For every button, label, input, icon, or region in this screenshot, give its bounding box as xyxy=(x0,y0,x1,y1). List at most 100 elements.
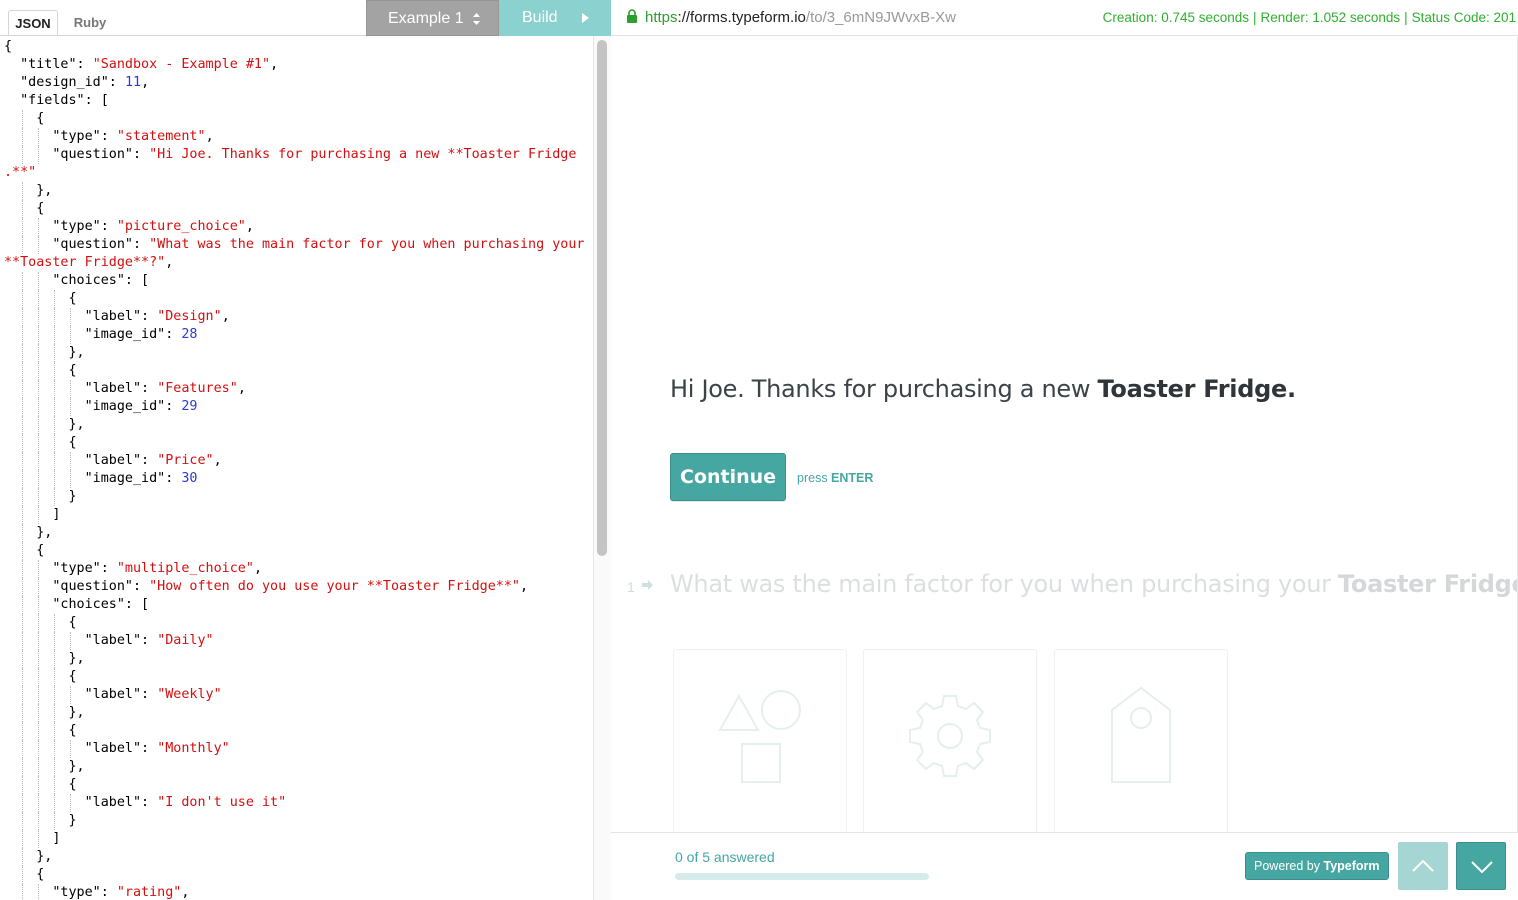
code-line[interactable]: "choices": [ xyxy=(4,272,584,290)
indent-guide xyxy=(22,452,24,470)
code-line[interactable]: "fields": [ xyxy=(4,92,584,110)
code-line[interactable]: { xyxy=(4,110,584,128)
indent-guide xyxy=(22,236,24,254)
code-number: 11 xyxy=(124,75,142,90)
indent-guide xyxy=(38,794,40,812)
code-line[interactable]: }, xyxy=(4,758,584,776)
indent-guide xyxy=(22,596,24,614)
indent-guide xyxy=(22,272,24,290)
indent-guide xyxy=(38,506,40,524)
code-line[interactable]: { xyxy=(4,776,584,794)
powered-by-typeform-button[interactable]: Powered by Typeform xyxy=(1245,852,1389,880)
code-line[interactable]: "label": "Design", xyxy=(4,308,584,326)
code-line[interactable]: }, xyxy=(4,344,584,362)
code-line[interactable]: "image_id": 29 xyxy=(4,398,584,416)
code-text: "type": xyxy=(4,561,117,576)
code-line[interactable]: "type": "picture_choice", xyxy=(4,218,584,236)
nav-up-button[interactable] xyxy=(1398,842,1448,890)
code-line[interactable]: "design_id": 11, xyxy=(4,74,584,92)
picture-choice-design[interactable] xyxy=(673,649,847,832)
tab-ruby[interactable]: Ruby xyxy=(64,10,116,36)
code-line[interactable]: }, xyxy=(4,416,584,434)
code-line[interactable]: { xyxy=(4,722,584,740)
code-text: "label": xyxy=(4,741,158,756)
tab-json[interactable]: JSON xyxy=(8,10,58,36)
code-editor[interactable]: { "title": "Sandbox - Example #1", "desi… xyxy=(0,36,593,900)
code-line[interactable]: ] xyxy=(4,830,584,848)
indent-guide xyxy=(22,290,24,308)
code-line[interactable]: }, xyxy=(4,524,584,542)
code-line[interactable]: }, xyxy=(4,848,584,866)
code-line[interactable]: }, xyxy=(4,650,584,668)
indent-guide xyxy=(54,398,56,416)
continue-button[interactable]: Continue xyxy=(670,453,786,501)
code-line[interactable]: "label": "Weekly" xyxy=(4,686,584,704)
indent-guide xyxy=(22,704,24,722)
code-string: "I don't use it" xyxy=(157,795,287,810)
code-line[interactable]: "label": "Features", xyxy=(4,380,584,398)
code-line[interactable]: { xyxy=(4,200,584,218)
code-line[interactable]: }, xyxy=(4,182,584,200)
indent-guide xyxy=(38,578,40,596)
code-line[interactable]: "question": "What was the main factor fo… xyxy=(4,236,584,254)
indent-guide xyxy=(22,470,24,488)
code-line[interactable]: "label": "I don't use it" xyxy=(4,794,584,812)
code-line[interactable]: "image_id": 30 xyxy=(4,470,584,488)
code-line[interactable]: { xyxy=(4,38,584,56)
code-line[interactable]: .**" xyxy=(4,164,584,182)
code-line[interactable]: "type": "statement", xyxy=(4,128,584,146)
code-text: "image_id": xyxy=(4,471,182,486)
code-line[interactable]: "question": "Hi Joe. Thanks for purchasi… xyxy=(4,146,584,164)
code-line[interactable]: "label": "Daily" xyxy=(4,632,584,650)
gear-icon xyxy=(909,695,991,777)
indent-guide xyxy=(70,308,72,326)
code-line[interactable]: { xyxy=(4,866,584,884)
code-line[interactable]: "type": "rating", xyxy=(4,884,584,900)
editor-scrollbar[interactable] xyxy=(593,36,611,900)
code-line[interactable]: "label": "Price", xyxy=(4,452,584,470)
scrollbar-thumb[interactable] xyxy=(597,40,607,556)
code-line[interactable]: "choices": [ xyxy=(4,596,584,614)
code-line[interactable]: ] xyxy=(4,506,584,524)
indent-guide xyxy=(38,704,40,722)
indent-guide xyxy=(38,488,40,506)
code-text: "question": xyxy=(4,147,150,162)
code-line[interactable]: } xyxy=(4,812,584,830)
code-content[interactable]: { "title": "Sandbox - Example #1", "desi… xyxy=(4,38,584,900)
code-line[interactable]: "title": "Sandbox - Example #1", xyxy=(4,56,584,74)
indent-guide xyxy=(54,704,56,722)
code-line[interactable]: { xyxy=(4,362,584,380)
code-line[interactable]: "image_id": 28 xyxy=(4,326,584,344)
code-line[interactable]: { xyxy=(4,668,584,686)
indent-guide xyxy=(22,632,24,650)
code-text: , xyxy=(221,309,230,324)
preview-url[interactable]: https://forms.typeform.io/to/3_6mN9JWvxB… xyxy=(645,9,956,26)
nav-down-button[interactable] xyxy=(1456,842,1506,890)
indent-guide xyxy=(22,200,24,218)
editor-pane: JSON Ruby Example 1 Build { "title": "Sa… xyxy=(0,0,611,900)
picture-choice-features[interactable] xyxy=(863,649,1037,832)
code-string: "statement" xyxy=(116,129,206,144)
code-text: , xyxy=(237,381,246,396)
build-button[interactable]: Build xyxy=(499,0,611,36)
indent-guide xyxy=(38,452,40,470)
indent-guide xyxy=(38,830,40,848)
code-line[interactable]: }, xyxy=(4,704,584,722)
code-line[interactable]: { xyxy=(4,614,584,632)
code-text: "label": xyxy=(4,687,158,702)
indent-guide xyxy=(22,758,24,776)
code-line[interactable]: } xyxy=(4,488,584,506)
code-line[interactable]: { xyxy=(4,290,584,308)
indent-guide xyxy=(54,686,56,704)
example-select[interactable]: Example 1 xyxy=(366,0,499,36)
code-line[interactable]: "type": "multiple_choice", xyxy=(4,560,584,578)
picture-choice-price[interactable] xyxy=(1054,649,1228,832)
code-line[interactable]: **Toaster Fridge**?", xyxy=(4,254,584,272)
code-line[interactable]: { xyxy=(4,542,584,560)
code-line[interactable]: "label": "Monthly" xyxy=(4,740,584,758)
code-line[interactable]: { xyxy=(4,434,584,452)
status-code: Status Code: 201 xyxy=(1411,10,1516,25)
code-text: "choices": [ xyxy=(4,273,150,288)
render-stats: Creation: 0.745 seconds | Render: 1.052 se… xyxy=(1102,10,1516,25)
code-line[interactable]: "question": "How often do you use your *… xyxy=(4,578,584,596)
